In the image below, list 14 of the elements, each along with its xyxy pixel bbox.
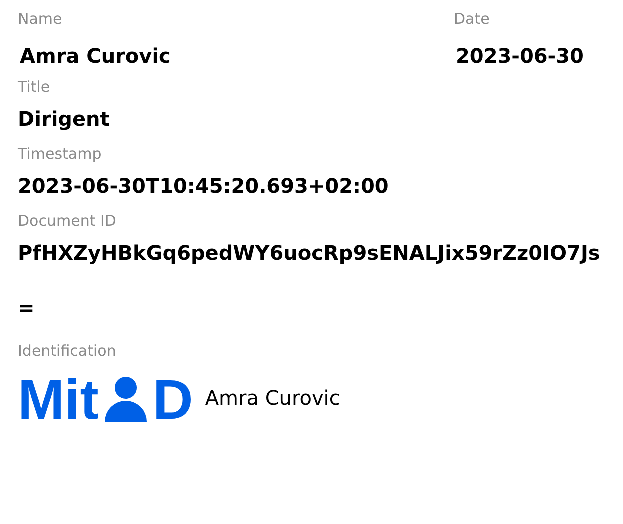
field-label: Identification [18,341,118,362]
field-value: 2023-06-30T10:45:20.693+02:00 [18,173,390,200]
field-value: PfHXZyHBkGq6pedWY6uocRp9sENALJix59rZz0IO7Js= [18,240,602,322]
field-label: Document ID [18,211,118,232]
signer-name: Amra Curovic [205,385,340,412]
logo: Mit D [18,374,194,422]
field-label: Timestamp [18,144,103,165]
field-label: Date [454,9,491,30]
field-value: 2023-06-30 [455,43,584,70]
field-value: Dirigent [18,106,111,133]
person-icon [102,376,149,422]
field-label: Name [18,9,64,30]
field-label: Title [18,77,52,98]
field-value: Amra Curovic [19,43,172,70]
